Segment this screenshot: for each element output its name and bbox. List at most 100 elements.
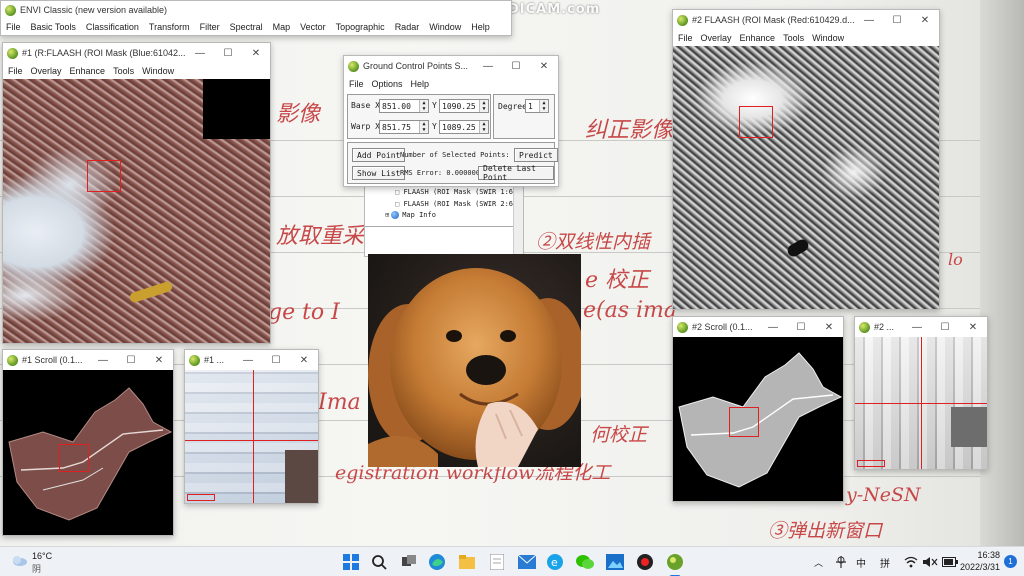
minimize-icon[interactable]: —: [89, 350, 117, 370]
maximize-icon[interactable]: ☐: [931, 317, 959, 337]
menu-window[interactable]: Window: [812, 33, 844, 43]
menu-classification[interactable]: Classification: [86, 22, 139, 32]
warp-y-field[interactable]: 1089.25 ▲ ▼: [439, 120, 489, 134]
maximize-icon[interactable]: ☐: [787, 317, 815, 337]
menu-filter[interactable]: Filter: [200, 22, 220, 32]
file-explorer-icon[interactable]: [456, 551, 478, 573]
scroll-overview[interactable]: [3, 370, 173, 535]
zoom-controls-icon[interactable]: [857, 460, 885, 467]
satellite-image-gray[interactable]: [673, 46, 939, 309]
close-icon[interactable]: ✕: [242, 43, 270, 63]
gcp-titlebar[interactable]: Ground Control Points S... — ☐ ✕: [344, 56, 558, 76]
menu-help[interactable]: Help: [471, 22, 490, 32]
close-icon[interactable]: ✕: [959, 317, 987, 337]
satellite-image-color[interactable]: [3, 79, 270, 343]
base-x-field[interactable]: 851.00 ▲ ▼: [379, 99, 429, 113]
scroll-overview[interactable]: [673, 337, 843, 501]
display-box[interactable]: [729, 407, 759, 437]
volume-muted-icon[interactable]: [922, 547, 938, 576]
spin-arrows-icon[interactable]: ▲ ▼: [539, 100, 548, 112]
zoom-view-color[interactable]: [185, 370, 318, 503]
warp-x-field[interactable]: 851.75 ▲ ▼: [379, 120, 429, 134]
minimize-icon[interactable]: —: [759, 317, 787, 337]
menu-tools[interactable]: Tools: [783, 33, 804, 43]
spin-arrows-icon[interactable]: ▲ ▼: [479, 100, 488, 112]
bandicam-record-icon[interactable]: [634, 551, 656, 573]
menu-tools[interactable]: Tools: [113, 66, 134, 76]
zoom-controls-icon[interactable]: [187, 494, 215, 501]
menu-file[interactable]: File: [678, 33, 693, 43]
menu-basic-tools[interactable]: Basic Tools: [31, 22, 76, 32]
display2-titlebar[interactable]: #2 FLAASH (ROI Mask (Red:610429.d... — ☐…: [673, 10, 939, 30]
scrollbar[interactable]: [513, 176, 523, 256]
menu-options[interactable]: Options: [372, 79, 403, 89]
menu-enhance[interactable]: Enhance: [740, 33, 776, 43]
windows-start-icon[interactable]: [340, 551, 362, 573]
zoom-box[interactable]: [87, 160, 121, 192]
zoom1-titlebar[interactable]: #1 ... — ☐ ✕: [185, 350, 318, 370]
show-hidden-icons[interactable]: ︿: [814, 547, 823, 576]
menu-radar[interactable]: Radar: [395, 22, 420, 32]
notepad-icon[interactable]: [486, 551, 508, 573]
layer-item[interactable]: □ FLAASH (ROI Mask (SWIR 2:61: [395, 200, 517, 208]
menu-file[interactable]: File: [8, 66, 23, 76]
envi-taskbar-icon[interactable]: [664, 551, 686, 576]
weather-description[interactable]: 阴: [32, 562, 41, 575]
search-icon[interactable]: [368, 551, 390, 573]
predict-button[interactable]: Predict: [514, 148, 558, 162]
expand-icon[interactable]: ⊞: [385, 211, 389, 219]
clock-date[interactable]: 2022/3/31: [956, 562, 1000, 572]
menu-vector[interactable]: Vector: [300, 22, 326, 32]
menu-overlay[interactable]: Overlay: [701, 33, 732, 43]
layer-item-map-info[interactable]: ⊞ Map Info: [385, 211, 436, 219]
maximize-icon[interactable]: ☐: [262, 350, 290, 370]
base-y-field[interactable]: 1090.25 ▲ ▼: [439, 99, 489, 113]
menu-file[interactable]: File: [6, 22, 21, 32]
minimize-icon[interactable]: —: [186, 43, 214, 63]
envi-main-titlebar[interactable]: ENVI Classic (new version available): [1, 1, 511, 19]
photos-icon[interactable]: [604, 551, 626, 573]
show-list-button[interactable]: Show List: [352, 166, 406, 180]
weather-cloud-icon[interactable]: [10, 553, 28, 567]
zoom2-titlebar[interactable]: #2 ... — ☐ ✕: [855, 317, 987, 337]
menu-help[interactable]: Help: [411, 79, 430, 89]
zoom-view-gray[interactable]: [855, 337, 987, 469]
maximize-icon[interactable]: ☐: [117, 350, 145, 370]
maximize-icon[interactable]: ☐: [214, 43, 242, 63]
minimize-icon[interactable]: —: [855, 10, 883, 30]
minimize-icon[interactable]: —: [234, 350, 262, 370]
spin-arrows-icon[interactable]: ▲ ▼: [419, 121, 428, 133]
edge-browser-icon[interactable]: [426, 551, 448, 573]
notification-badge[interactable]: 1: [1004, 555, 1017, 568]
zoom-box[interactable]: [739, 106, 773, 138]
task-view-icon[interactable]: [398, 551, 420, 573]
minimize-icon[interactable]: —: [903, 317, 931, 337]
close-icon[interactable]: ✕: [815, 317, 843, 337]
mail-icon[interactable]: [516, 551, 538, 573]
menu-topographic[interactable]: Topographic: [336, 22, 385, 32]
spin-arrows-icon[interactable]: ▲ ▼: [479, 121, 488, 133]
scroll1-titlebar[interactable]: #1 Scroll (0.1... — ☐ ✕: [3, 350, 173, 370]
menu-file[interactable]: File: [349, 79, 364, 89]
menu-spectral[interactable]: Spectral: [230, 22, 263, 32]
menu-overlay[interactable]: Overlay: [31, 66, 62, 76]
weather-temperature[interactable]: 16°C: [32, 551, 52, 561]
menu-transform[interactable]: Transform: [149, 22, 190, 32]
close-icon[interactable]: ✕: [290, 350, 318, 370]
menu-window[interactable]: Window: [429, 22, 461, 32]
maximize-icon[interactable]: ☐: [883, 10, 911, 30]
close-icon[interactable]: ✕: [911, 10, 939, 30]
wechat-icon[interactable]: [574, 551, 596, 573]
close-icon[interactable]: ✕: [530, 56, 558, 76]
wifi-icon[interactable]: [904, 547, 918, 576]
add-point-button[interactable]: Add Point: [352, 148, 406, 162]
menu-map[interactable]: Map: [273, 22, 291, 32]
layer-item[interactable]: □ FLAASH (ROI Mask (SWIR 1:61: [395, 188, 517, 196]
minimize-icon[interactable]: —: [474, 56, 502, 76]
menu-enhance[interactable]: Enhance: [70, 66, 106, 76]
ime-tray-icon[interactable]: [834, 547, 848, 576]
spin-arrows-icon[interactable]: ▲ ▼: [419, 100, 428, 112]
display-box[interactable]: [59, 444, 89, 472]
ime-language[interactable]: 中: [856, 547, 866, 576]
close-icon[interactable]: ✕: [145, 350, 173, 370]
